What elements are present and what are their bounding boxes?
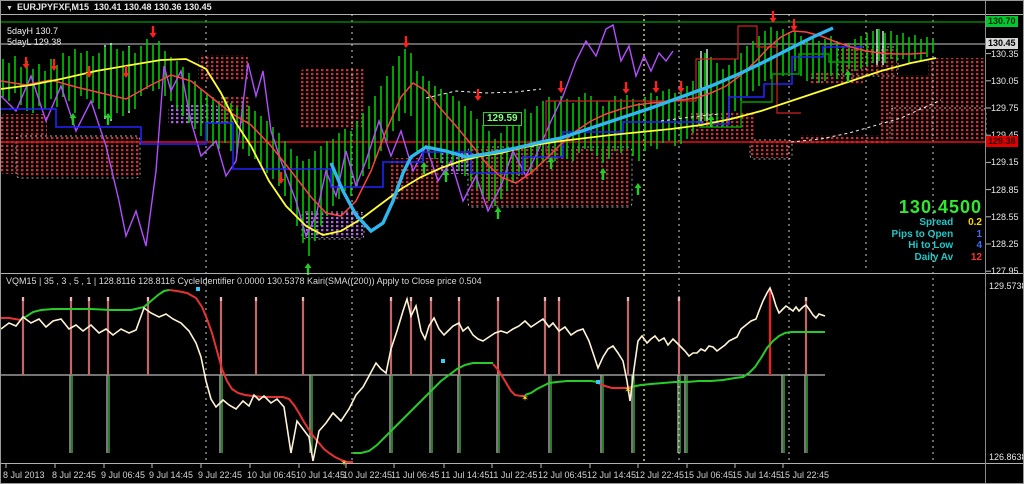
indicator-tick-label: 126.8638 <box>989 452 1024 462</box>
time-tick-label: 8 Jul 22:45 <box>52 470 97 480</box>
time-tick-label: 15 Jul 22:45 <box>780 470 830 480</box>
price-level-box: 130.45 <box>986 38 1018 49</box>
hi-to-low-label: Hi to Low <box>908 240 954 251</box>
current-price-readout: 130.4500 <box>898 197 982 217</box>
price-axis[interactable]: 130.35130.05129.75129.45129.15128.85128.… <box>986 1 1024 483</box>
daily-av-label: Daily Av <box>914 251 954 263</box>
price-level-box: 129.38 <box>986 136 1018 147</box>
daily-av-value: 12 <box>970 251 982 263</box>
mid-price-badge: 129.59 <box>483 112 522 126</box>
daily-av-row: Daily Av 12 <box>892 252 982 264</box>
time-tick-label: 10 Jul 14:45 <box>296 470 346 480</box>
spread-value: 0.2 <box>968 217 982 228</box>
hi-to-low-value: 4 <box>976 240 982 251</box>
pips-to-open-label: Pips to Open <box>891 228 954 240</box>
time-tick-label: 12 Jul 14:45 <box>587 470 637 480</box>
indicator-title-label: VQM15 | 35 , 3 , 5 , 1 | 128.8116 128.81… <box>6 276 482 286</box>
pane-separator-upper[interactable] <box>1 273 1023 274</box>
price-tick-label: 130.05 <box>991 75 1019 86</box>
svg-text:✶: ✶ <box>521 393 529 403</box>
price-tick-label: 128.85 <box>991 184 1019 195</box>
price-tick-label: 130.35 <box>991 48 1019 59</box>
time-tick-label: 10 Jul 22:45 <box>343 470 393 480</box>
time-tick-label: 9 Jul 22:45 <box>198 470 243 480</box>
price-tick-label: 128.25 <box>991 239 1019 249</box>
pips-to-open-value: 1 <box>976 228 982 240</box>
chart-canvas[interactable]: ✶✶✶ <box>1 1 1024 484</box>
time-tick-label: 9 Jul 14:45 <box>149 470 194 480</box>
price-tick-label: 129.75 <box>991 103 1019 113</box>
time-tick-label: 15 Jul 14:45 <box>732 470 782 480</box>
time-tick-label: 9 Jul 06:45 <box>101 470 146 480</box>
price-tick-label: 128.55 <box>991 211 1019 222</box>
price-tick-label: 129.15 <box>991 157 1019 168</box>
time-tick-label: 12 Jul 22:45 <box>635 470 685 480</box>
time-tick-label: 11 Jul 22:45 <box>489 470 538 480</box>
time-tick-label: 11 Jul 06:45 <box>391 470 440 480</box>
time-tick-label: 12 Jul 06:45 <box>538 470 588 480</box>
time-tick-label: 10 Jul 06:45 <box>247 470 297 480</box>
time-tick-label: 15 Jul 06:45 <box>684 470 734 480</box>
spread-label: Spread <box>919 217 954 228</box>
pips-to-open-row: Pips to Open 1 <box>892 229 982 241</box>
svg-text:✶: ✶ <box>624 385 632 395</box>
mt4-chart-window: ▼ EURJPYFXF,M15 130.41 130.48 130.36 130.… <box>0 0 1024 484</box>
indicator-tick-label: 129.5738 <box>989 281 1024 291</box>
time-axis[interactable]: 8 Jul 2013 8 Jul 22:45 9 Jul 06:45 9 Jul 14… <box>1 464 1023 483</box>
spread-row: Spread 0.2 <box>892 217 982 229</box>
time-tick-label: 8 Jul 2013 <box>3 470 45 480</box>
quote-info-panel: 130.4500 Spread 0.2 Pips to Open 1 Hi to… <box>892 197 982 263</box>
time-tick-label: 11 Jul 14:45 <box>441 470 490 480</box>
price-tick-label: 127.95 <box>991 266 1019 277</box>
hi-to-low-row: Hi to Low 4 <box>892 240 982 252</box>
price-level-box: 130.70 <box>986 16 1018 27</box>
